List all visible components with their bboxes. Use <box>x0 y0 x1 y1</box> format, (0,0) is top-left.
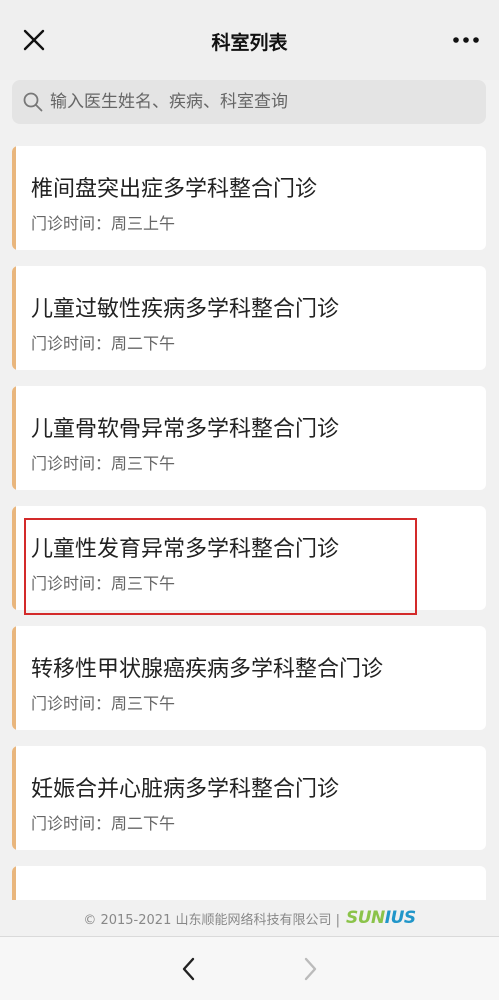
clinic-time-value: 周三下午 <box>111 694 176 713</box>
more-dots-icon[interactable] <box>451 30 481 50</box>
copyright-text: © 2015-2021 山东顺能网络科技有限公司 | <box>83 912 340 928</box>
highlight-box <box>24 518 417 615</box>
chevron-left-icon[interactable] <box>176 955 202 983</box>
clinic-time-value: 周二下午 <box>111 334 176 353</box>
page-title: 科室列表 <box>211 32 288 54</box>
clinic-card[interactable]: 儿童过敏性疾病多学科整合门诊 门诊时间：周二下午 <box>12 266 486 370</box>
clinic-name: 转移性甲状腺癌疾病多学科整合门诊 <box>31 657 384 682</box>
top-bar: 科室列表 <box>0 0 499 80</box>
clinic-time: 门诊时间：周三下午 <box>31 690 175 714</box>
footer: © 2015-2021 山东顺能网络科技有限公司 | SUNIUS <box>0 900 499 936</box>
chevron-right-icon[interactable] <box>297 955 323 983</box>
clinic-time: 门诊时间：周二下午 <box>31 330 175 354</box>
clinic-time: 门诊时间：周三下午 <box>31 450 175 474</box>
clinic-card[interactable]: 儿童骨软骨异常多学科整合门诊 门诊时间：周三下午 <box>12 386 486 490</box>
clinic-time-value: 周三上午 <box>111 214 176 233</box>
search-box[interactable] <box>12 80 486 124</box>
search-icon <box>23 92 43 112</box>
clinic-time-value: 周二下午 <box>111 814 176 833</box>
company-logo: SUNIUS <box>345 908 416 928</box>
clinic-time-label: 门诊时间： <box>31 454 112 473</box>
clinic-card[interactable]: 椎间盘突出症多学科整合门诊 门诊时间：周三上午 <box>12 146 486 250</box>
bottom-nav-bar <box>0 936 499 1000</box>
search-input[interactable] <box>50 92 470 112</box>
clinic-time-label: 门诊时间： <box>31 214 112 233</box>
clinic-name: 妊娠合并心脏病多学科整合门诊 <box>31 777 340 802</box>
clinic-time-label: 门诊时间： <box>31 694 112 713</box>
clinic-name: 儿童骨软骨异常多学科整合门诊 <box>31 417 340 442</box>
clinic-name: 儿童过敏性疾病多学科整合门诊 <box>31 297 340 322</box>
clinic-time-value: 周三下午 <box>111 454 176 473</box>
clinic-card[interactable]: 妊娠合并心脏病多学科整合门诊 门诊时间：周二下午 <box>12 746 486 850</box>
clinic-time-label: 门诊时间： <box>31 814 112 833</box>
clinic-time-label: 门诊时间： <box>31 334 112 353</box>
clinic-card[interactable]: 转移性甲状腺癌疾病多学科整合门诊 门诊时间：周三下午 <box>12 626 486 730</box>
clinic-time: 门诊时间：周二下午 <box>31 810 175 834</box>
clinic-name: 椎间盘突出症多学科整合门诊 <box>31 177 318 202</box>
clinic-time: 门诊时间：周三上午 <box>31 210 175 234</box>
